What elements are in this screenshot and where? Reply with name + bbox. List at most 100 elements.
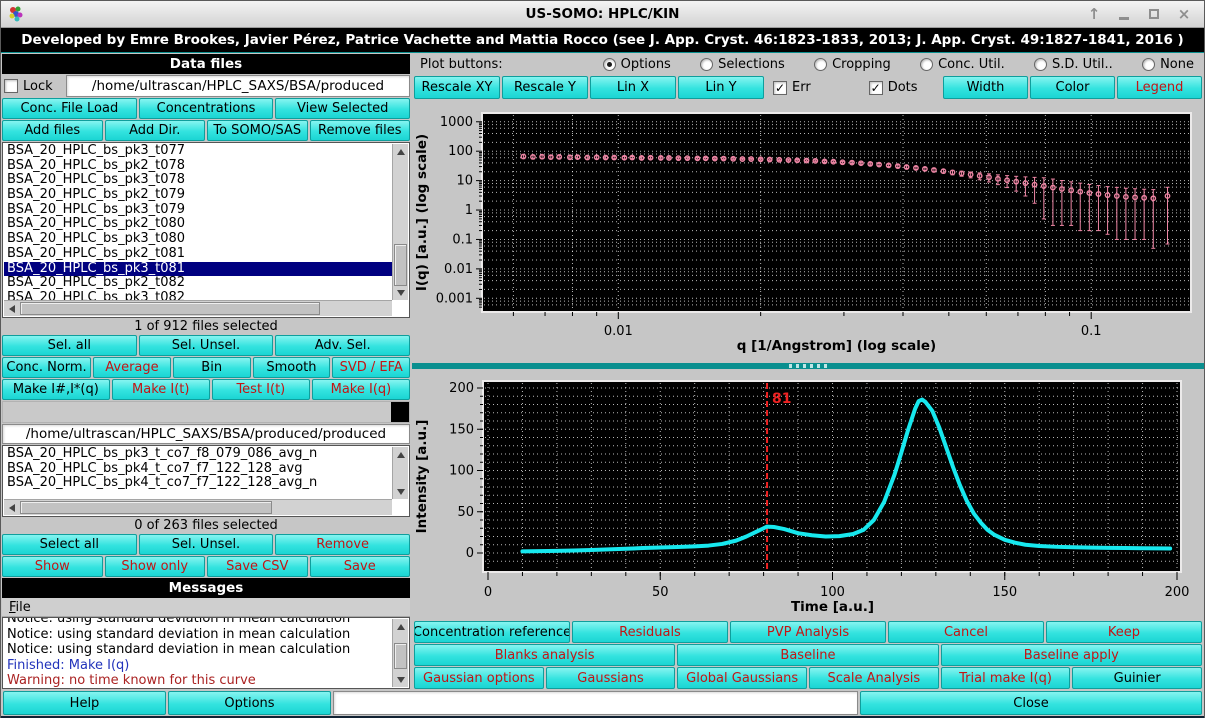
radio-options[interactable]: Options bbox=[602, 57, 671, 72]
cancel-button[interactable]: Cancel bbox=[888, 621, 1044, 643]
gaussians-button[interactable]: Gaussians bbox=[545, 667, 676, 689]
remove-button[interactable]: Remove bbox=[275, 534, 411, 555]
scroll-left-icon[interactable] bbox=[4, 301, 19, 316]
scrollbar-thumb[interactable] bbox=[20, 501, 272, 514]
baseline-apply-button[interactable]: Baseline apply bbox=[940, 644, 1202, 666]
lock-checkbox[interactable] bbox=[4, 79, 18, 93]
file-list-item[interactable]: BSA_20_HPLC_bs_pk3_t081 bbox=[4, 261, 392, 277]
file-list-item[interactable]: BSA_20_HPLC_bs_pk2_t081 bbox=[4, 246, 392, 262]
lin-x-button[interactable]: Lin X bbox=[590, 76, 676, 99]
scrollbar-thumb[interactable] bbox=[20, 302, 320, 315]
file-list-item[interactable]: BSA_20_HPLC_bs_pk3_t079 bbox=[4, 202, 392, 218]
horizontal-scrollbar[interactable] bbox=[4, 499, 392, 515]
file-list-item[interactable]: BSA_20_HPLC_bs_pk3_t_co7_f8_079_086_avg_… bbox=[4, 447, 392, 462]
adv-sel-button[interactable]: Adv. Sel. bbox=[275, 335, 411, 356]
scroll-down-icon[interactable] bbox=[393, 484, 408, 499]
produced-path-field[interactable]: /home/ultrascan/HPLC_SAXS/BSA/produced/p… bbox=[2, 424, 410, 444]
help-button[interactable]: Help bbox=[3, 691, 166, 715]
gaussian-options-button[interactable]: Gaussian options bbox=[414, 667, 544, 689]
legend-button[interactable]: Legend bbox=[1117, 76, 1202, 99]
make-i-q-button[interactable]: Make I(q) bbox=[311, 379, 410, 400]
blanks-analysis-button[interactable]: Blanks analysis bbox=[414, 644, 676, 666]
scrollbar-thumb[interactable] bbox=[394, 643, 407, 669]
radio-conc-util[interactable]: Conc. Util. bbox=[920, 57, 1005, 72]
rescale-xy-button[interactable]: Rescale XY bbox=[414, 76, 500, 99]
make-i-i-q-button[interactable]: Make I#,I*(q) bbox=[2, 379, 110, 400]
radio-selections[interactable]: Selections bbox=[700, 57, 785, 72]
scroll-up-icon[interactable] bbox=[393, 144, 408, 159]
pvp-analysis-button[interactable]: PVP Analysis bbox=[730, 621, 886, 643]
lin-y-button[interactable]: Lin Y bbox=[678, 76, 764, 99]
svd-efa-button[interactable]: SVD / EFA bbox=[332, 357, 411, 378]
horizontal-scrollbar[interactable] bbox=[4, 300, 392, 316]
bin-button[interactable]: Bin bbox=[172, 357, 251, 378]
keep-button[interactable]: Keep bbox=[1046, 621, 1202, 643]
checkbox-dots[interactable]: ✓ Dots bbox=[868, 80, 918, 95]
average-button[interactable]: Average bbox=[93, 357, 171, 378]
add-files-button[interactable]: Add files bbox=[2, 120, 103, 141]
radio-s-d-util[interactable]: S.D. Util.. bbox=[1034, 57, 1113, 72]
scroll-up-icon[interactable] bbox=[393, 619, 408, 634]
minimize-button[interactable] bbox=[1116, 6, 1132, 22]
file-list-item[interactable]: BSA_20_HPLC_bs_pk4_t_co7_f7_122_128_avg bbox=[4, 461, 392, 477]
show-only-button[interactable]: Show only bbox=[104, 556, 205, 577]
close-window-button[interactable]: × bbox=[1176, 6, 1192, 22]
file-list-item[interactable]: BSA_20_HPLC_bs_pk3_t078 bbox=[4, 173, 392, 188]
file-list-item[interactable]: BSA_20_HPLC_bs_pk2_t082 bbox=[4, 276, 392, 291]
data-files-path-field[interactable]: /home/ultrascan/HPLC_SAXS/BSA/produced bbox=[66, 75, 410, 97]
vertical-scrollbar[interactable] bbox=[392, 447, 408, 499]
time-intensity-plot[interactable]: 0 50 100 150 200 0 50 100 150 200 81 Time [a.u.] Int… bbox=[412, 371, 1204, 620]
concentrations-button[interactable]: Concentrations bbox=[138, 98, 274, 119]
splitter-handle[interactable] bbox=[789, 364, 827, 368]
footer-status-field[interactable] bbox=[333, 691, 858, 715]
radio-none[interactable]: None bbox=[1142, 57, 1194, 72]
conc-file-load-button[interactable]: Conc. File Load bbox=[2, 98, 137, 119]
save-csv-button[interactable]: Save CSV bbox=[207, 556, 308, 577]
residuals-button[interactable]: Residuals bbox=[572, 621, 728, 643]
global-gaussians-button[interactable]: Global Gaussians bbox=[677, 667, 808, 689]
vertical-scrollbar[interactable] bbox=[392, 144, 408, 300]
make-i-t-button[interactable]: Make I(t) bbox=[111, 379, 210, 400]
smooth-button[interactable]: Smooth bbox=[252, 357, 331, 378]
conc-norm-button[interactable]: Conc. Norm. bbox=[2, 357, 92, 378]
file-list-item[interactable]: BSA_20_HPLC_bs_pk2_t079 bbox=[4, 187, 392, 203]
scale-analysis-button[interactable]: Scale Analysis bbox=[809, 667, 939, 689]
checkbox-err[interactable]: ✓ Err bbox=[773, 80, 811, 95]
scrollbar-thumb[interactable] bbox=[394, 244, 407, 286]
maximize-button[interactable] bbox=[1146, 6, 1162, 22]
close-dialog-button[interactable]: Close bbox=[860, 691, 1202, 715]
menu-file[interactable]: File bbox=[9, 600, 31, 615]
width-button[interactable]: Width bbox=[943, 76, 1028, 99]
show-button[interactable]: Show bbox=[2, 556, 103, 577]
scroll-up-icon[interactable] bbox=[393, 447, 408, 462]
file-list-item[interactable]: BSA_20_HPLC_bs_pk3_t082 bbox=[4, 290, 392, 300]
options-button[interactable]: Options bbox=[168, 691, 331, 715]
saxs-iq-plot[interactable]: 1000 100 10 1 0.1 0.01 0.001 0.01 0.1 q [1/Angstr… bbox=[412, 99, 1204, 361]
baseline-button[interactable]: Baseline bbox=[677, 644, 939, 666]
sel-unsel-button[interactable]: Sel. Unsel. bbox=[138, 534, 274, 555]
to-somo-sas-button[interactable]: To SOMO/SAS bbox=[207, 120, 308, 141]
file-list-item[interactable]: BSA_20_HPLC_bs_pk3_t080 bbox=[4, 232, 392, 247]
scroll-left-icon[interactable] bbox=[4, 500, 19, 515]
trial-make-i-q-button[interactable]: Trial make I(q) bbox=[940, 667, 1071, 689]
file-list-item[interactable]: BSA_20_HPLC_bs_pk2_t078 bbox=[4, 158, 392, 174]
sel-unsel-button[interactable]: Sel. Unsel. bbox=[138, 335, 274, 356]
scroll-down-icon[interactable] bbox=[393, 285, 408, 300]
concentration-reference-button[interactable]: Concentration reference bbox=[414, 621, 570, 643]
add-dir-button[interactable]: Add Dir. bbox=[104, 120, 205, 141]
remove-files-button[interactable]: Remove files bbox=[309, 120, 410, 141]
file-list-item[interactable]: BSA_20_HPLC_bs_pk3_t077 bbox=[4, 144, 392, 159]
file-list-item[interactable]: BSA_20_HPLC_bs_pk4_t_co7_f7_122_128_avg_… bbox=[4, 476, 392, 491]
shade-button[interactable]: ↑ bbox=[1086, 6, 1102, 22]
rescale-y-button[interactable]: Rescale Y bbox=[502, 76, 588, 99]
vertical-scrollbar[interactable] bbox=[392, 619, 408, 687]
file-list-item[interactable]: BSA_20_HPLC_bs_pk2_t080 bbox=[4, 217, 392, 232]
test-i-t-button[interactable]: Test I(t) bbox=[211, 379, 310, 400]
radio-cropping[interactable]: Cropping bbox=[814, 57, 891, 72]
color-button[interactable]: Color bbox=[1030, 76, 1115, 99]
save-button[interactable]: Save bbox=[309, 556, 410, 577]
sel-all-button[interactable]: Sel. all bbox=[2, 335, 137, 356]
scroll-down-icon[interactable] bbox=[393, 672, 408, 687]
select-all-button[interactable]: Select all bbox=[2, 534, 137, 555]
guinier-button[interactable]: Guinier bbox=[1072, 667, 1203, 689]
